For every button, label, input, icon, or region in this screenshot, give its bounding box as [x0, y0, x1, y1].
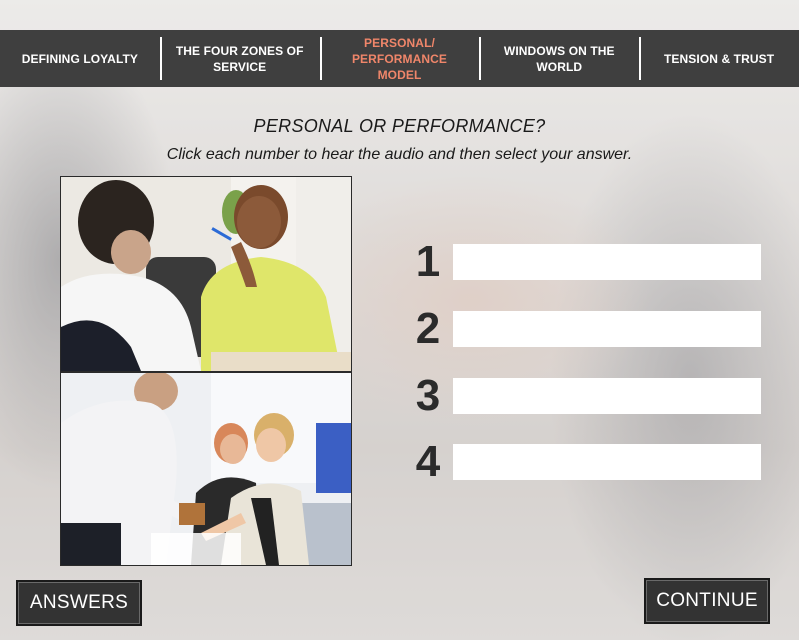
- audio-number-1[interactable]: 1: [408, 240, 448, 284]
- top-navigation: DEFINING LOYALTY THE FOUR ZONES OF SERVI…: [0, 30, 799, 87]
- nav-item-windows-on-world[interactable]: WINDOWS ON THE WORLD: [479, 30, 639, 87]
- audio-number-4[interactable]: 4: [408, 440, 448, 484]
- nav-item-defining-loyalty[interactable]: DEFINING LOYALTY: [0, 30, 160, 87]
- answer-row-2: 2: [408, 307, 761, 351]
- answer-field-3[interactable]: [453, 378, 761, 414]
- audio-number-3[interactable]: 3: [408, 374, 448, 418]
- nav-item-personal-performance[interactable]: PERSONAL/ PERFORMANCE MODEL: [319, 30, 480, 87]
- answer-field-2[interactable]: [453, 311, 761, 347]
- continue-button[interactable]: CONTINUE: [644, 578, 770, 624]
- photo-job-interview: [60, 176, 352, 372]
- answer-row-4: 4: [408, 440, 761, 484]
- page-title: PERSONAL OR PERFORMANCE?: [253, 116, 546, 136]
- audio-number-2[interactable]: 2: [408, 307, 448, 351]
- nav-item-four-zones[interactable]: THE FOUR ZONES OF SERVICE: [159, 30, 320, 87]
- answer-row-1: 1: [408, 240, 761, 284]
- instructions-text: Click each number to hear the audio and …: [166, 146, 633, 163]
- answer-field-4[interactable]: [453, 444, 761, 480]
- answer-row-3: 3: [408, 374, 761, 418]
- nav-item-tension-trust[interactable]: TENSION & TRUST: [639, 30, 799, 87]
- answers-button[interactable]: ANSWERS: [16, 580, 142, 626]
- answer-field-1[interactable]: [453, 244, 761, 280]
- photo-handshake-meeting: [60, 372, 352, 566]
